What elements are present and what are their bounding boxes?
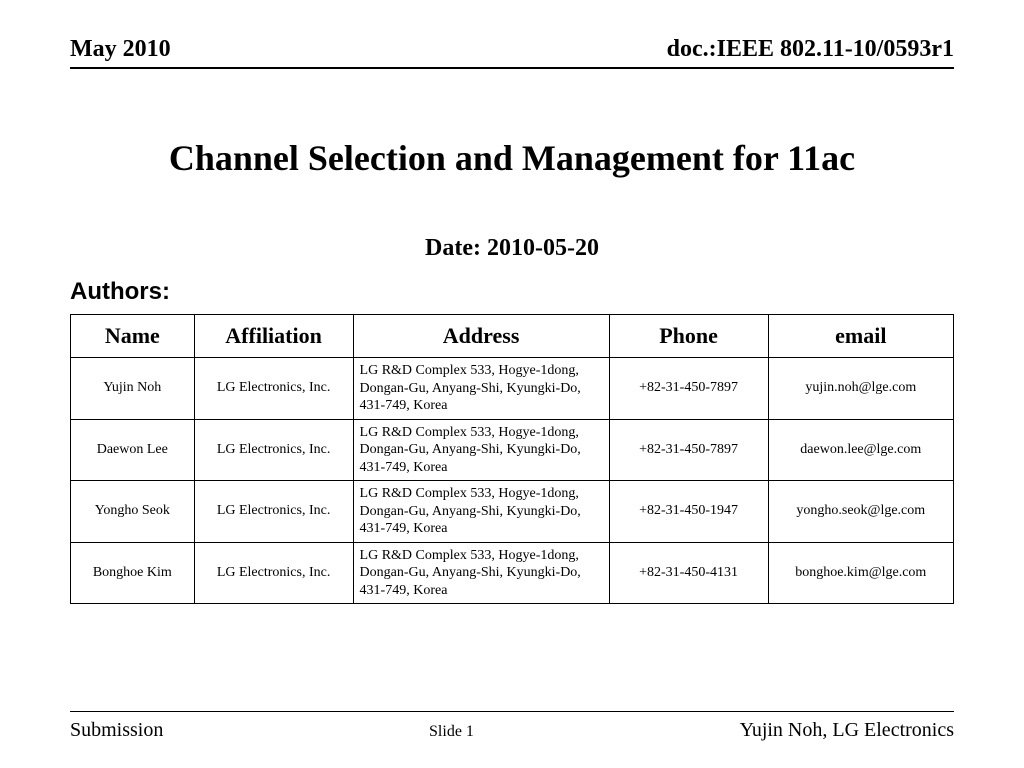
footer-slide-number: Slide 1 <box>429 723 474 741</box>
page-title: Channel Selection and Management for 11a… <box>70 137 954 179</box>
authors-label: Authors: <box>70 278 954 306</box>
table-row: Daewon Lee LG Electronics, Inc. LG R&D C… <box>71 419 954 481</box>
footer-rule <box>70 711 954 712</box>
author-name: Yujin Noh <box>71 358 195 420</box>
author-aff: LG Electronics, Inc. <box>194 542 353 604</box>
authors-table: Name Affiliation Address Phone email Yuj… <box>70 314 954 604</box>
col-phone: Phone <box>609 315 768 358</box>
header-date: May 2010 <box>70 36 171 63</box>
author-address: LG R&D Complex 533, Hogye-1dong, Dongan-… <box>353 481 609 543</box>
slide-page: May 2010 doc.:IEEE 802.11-10/0593r1 Chan… <box>0 0 1024 768</box>
author-email: daewon.lee@lge.com <box>768 419 953 481</box>
author-address: LG R&D Complex 533, Hogye-1dong, Dongan-… <box>353 358 609 420</box>
author-email: bonghoe.kim@lge.com <box>768 542 953 604</box>
col-affiliation: Affiliation <box>194 315 353 358</box>
author-name: Yongho Seok <box>71 481 195 543</box>
author-address: LG R&D Complex 533, Hogye-1dong, Dongan-… <box>353 419 609 481</box>
table-row: Bonghoe Kim LG Electronics, Inc. LG R&D … <box>71 542 954 604</box>
footer-left: Submission <box>70 719 163 742</box>
author-name: Daewon Lee <box>71 419 195 481</box>
author-name: Bonghoe Kim <box>71 542 195 604</box>
footer-right: Yujin Noh, LG Electronics <box>740 719 954 742</box>
col-email: email <box>768 315 953 358</box>
footer-bar: Submission Slide 1 Yujin Noh, LG Electro… <box>70 719 954 742</box>
author-phone: +82-31-450-1947 <box>609 481 768 543</box>
date-line: Date: 2010-05-20 <box>70 235 954 262</box>
author-aff: LG Electronics, Inc. <box>194 419 353 481</box>
author-aff: LG Electronics, Inc. <box>194 358 353 420</box>
table-row: Yujin Noh LG Electronics, Inc. LG R&D Co… <box>71 358 954 420</box>
col-name: Name <box>71 315 195 358</box>
header-bar: May 2010 doc.:IEEE 802.11-10/0593r1 <box>70 36 954 69</box>
author-address: LG R&D Complex 533, Hogye-1dong, Dongan-… <box>353 542 609 604</box>
header-doc-id: doc.:IEEE 802.11-10/0593r1 <box>667 36 954 63</box>
col-address: Address <box>353 315 609 358</box>
author-aff: LG Electronics, Inc. <box>194 481 353 543</box>
author-email: yujin.noh@lge.com <box>768 358 953 420</box>
table-header-row: Name Affiliation Address Phone email <box>71 315 954 358</box>
author-phone: +82-31-450-4131 <box>609 542 768 604</box>
author-phone: +82-31-450-7897 <box>609 419 768 481</box>
table-row: Yongho Seok LG Electronics, Inc. LG R&D … <box>71 481 954 543</box>
author-phone: +82-31-450-7897 <box>609 358 768 420</box>
author-email: yongho.seok@lge.com <box>768 481 953 543</box>
